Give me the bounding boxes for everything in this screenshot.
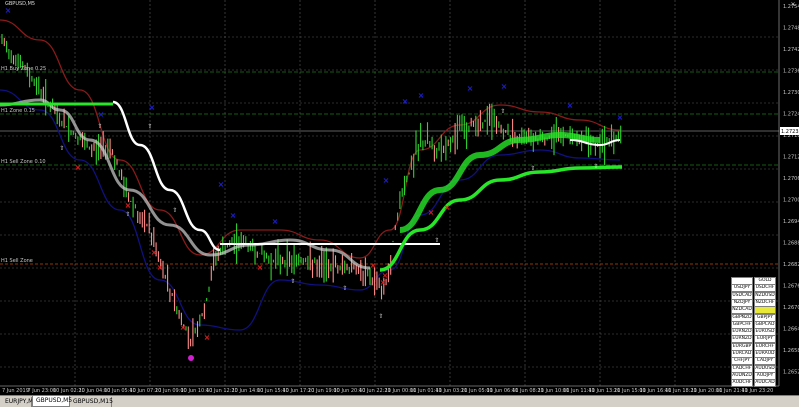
arrow-marker: ⇧ bbox=[147, 123, 152, 130]
buy-marker: × bbox=[402, 97, 409, 106]
buy-marker: × bbox=[149, 103, 156, 112]
sell-marker: × bbox=[428, 208, 435, 217]
level-label: H1 Zone 0.15 bbox=[1, 108, 35, 114]
price-tick-label: 1.27065 bbox=[783, 176, 799, 182]
arrow-marker: ⇧ bbox=[593, 163, 598, 170]
arrow-marker: ⇧ bbox=[125, 211, 130, 218]
price-tick-label: 1.27245 bbox=[783, 112, 799, 118]
level-label: H1 Sell Zone 0.10 bbox=[1, 159, 46, 165]
sell-marker: × bbox=[151, 248, 158, 257]
price-tick-label: 1.26825 bbox=[783, 262, 799, 268]
tab-gbpusd-m5[interactable]: GBPUSD,M5 bbox=[32, 396, 72, 407]
tab-gbpusd-m15[interactable]: GBPUSD,M15 bbox=[70, 397, 113, 407]
sell-marker: × bbox=[125, 201, 132, 210]
sell-marker: × bbox=[257, 263, 264, 272]
buy-marker: × bbox=[218, 180, 225, 189]
buy-marker: × bbox=[567, 101, 574, 110]
sell-marker: × bbox=[444, 203, 451, 212]
price-tick-label: 1.26765 bbox=[783, 284, 799, 290]
magenta-marker bbox=[188, 355, 194, 361]
buy-marker: × bbox=[230, 211, 237, 220]
price-tick-label: 1.26585 bbox=[783, 348, 799, 354]
time-tick-label: 11 Jun 23:20 bbox=[742, 388, 774, 394]
buy-marker: × bbox=[383, 176, 390, 185]
window-title: GBPUSD,M5 bbox=[5, 1, 36, 7]
close-icon[interactable]: × bbox=[789, 1, 797, 8]
sell-marker: × bbox=[180, 323, 187, 332]
price-tick-label: 1.26885 bbox=[783, 241, 799, 247]
price-tick-label: 1.27125 bbox=[783, 155, 799, 161]
time-axis: 7 Jun 20197 Jun 23:0010 Jun 02:2010 Jun … bbox=[2, 388, 773, 394]
time-tick-label: 7 Jun 2019 bbox=[2, 388, 29, 394]
buy-marker: × bbox=[98, 110, 105, 119]
price-tick-label: 1.27005 bbox=[783, 198, 799, 204]
sell-marker: × bbox=[380, 278, 387, 287]
symbol-panel: GOLD USDJPY USDCHF USDCAD NZDUSD NZDJPY NZDCHF… bbox=[731, 277, 779, 388]
arrow-marker: ⇧ bbox=[342, 285, 347, 292]
current-price-label: 1.27235 bbox=[781, 129, 799, 135]
sell-marker: × bbox=[157, 263, 164, 272]
arrow-marker: ⇧ bbox=[290, 278, 295, 285]
price-chart[interactable]: ×××××××××× ×××××××××× ×××××⇧ ⇧⇧⇧⇧⇧⇧⇧⇧⇧ ⇧⇧ 1.… bbox=[0, 0, 799, 395]
buy-marker: × bbox=[418, 91, 425, 100]
buy-marker: × bbox=[617, 113, 624, 122]
buy-marker: × bbox=[501, 82, 508, 91]
price-tick-label: 1.27425 bbox=[783, 47, 799, 53]
arrow-marker: ⇧ bbox=[530, 165, 535, 172]
arrow-marker: ⇧ bbox=[172, 207, 177, 214]
arrow-marker: ⇧ bbox=[500, 108, 505, 115]
symbol-button[interactable]: AUDCAD bbox=[754, 379, 776, 388]
sell-marker: × bbox=[370, 261, 377, 270]
tab-eurjpy-m5[interactable]: EURJPY,M5 bbox=[2, 397, 37, 407]
price-tick-label: 1.26705 bbox=[783, 305, 799, 311]
arrow-marker: ⇧ bbox=[378, 313, 383, 320]
price-tick-label: 1.26945 bbox=[783, 219, 799, 225]
price-tick-label: 1.27305 bbox=[783, 90, 799, 96]
sell-marker: × bbox=[75, 163, 82, 172]
level-label: H1 Sell Zone bbox=[1, 258, 33, 264]
level-label: H1 Buy Zone 0.25 bbox=[1, 66, 46, 72]
arrow-marker: ⇧ bbox=[97, 123, 102, 130]
price-tick-label: 1.26645 bbox=[783, 327, 799, 333]
chart-tab-bar: EURJPY,M5 GBPUSD,M5 GBPUSD,M15 bbox=[0, 395, 799, 407]
price-tick-label: 1.26525 bbox=[783, 370, 799, 376]
buy-marker: × bbox=[467, 84, 474, 93]
buy-marker: × bbox=[272, 217, 279, 226]
arrow-marker: ⇧ bbox=[59, 145, 64, 152]
arrow-marker: ⇧ bbox=[434, 237, 439, 244]
sell-marker: × bbox=[204, 333, 211, 342]
price-tick-label: 1.27365 bbox=[783, 69, 799, 75]
buy-marker: × bbox=[5, 6, 12, 15]
price-tick-label: 1.27485 bbox=[783, 26, 799, 32]
time-tick-label: 7 Jun 23:00 bbox=[28, 388, 57, 394]
symbol-button[interactable]: AUDCHF bbox=[731, 379, 753, 388]
